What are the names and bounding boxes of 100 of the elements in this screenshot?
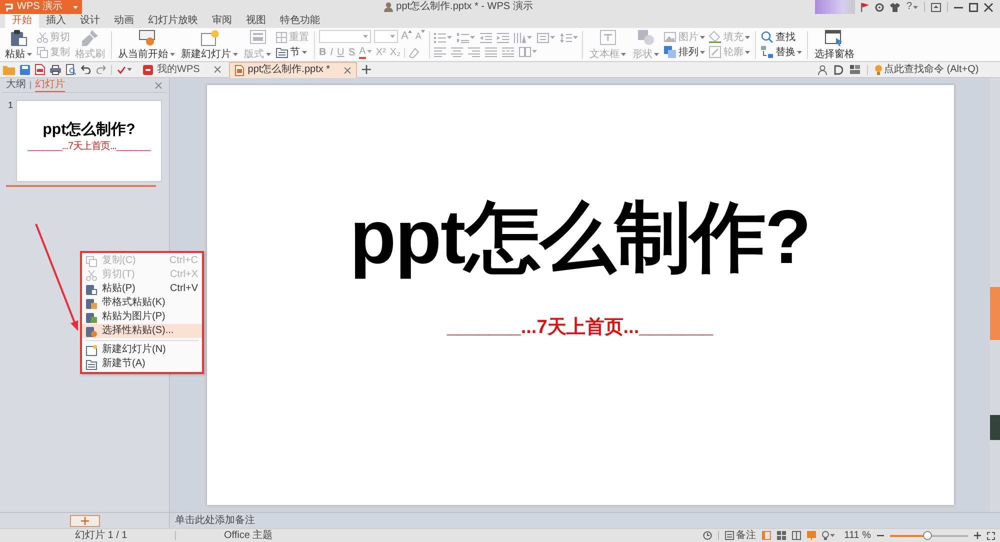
align-right-icon[interactable] bbox=[468, 46, 480, 56]
check-icon[interactable] bbox=[117, 66, 126, 74]
lightbulb-icon[interactable] bbox=[822, 531, 830, 540]
panel-tab[interactable]: 大纲 bbox=[6, 79, 26, 91]
caret-icon bbox=[302, 50, 307, 54]
find-button[interactable]: 查找 bbox=[759, 30, 804, 44]
selection-pane-button[interactable]: 选择窗格 bbox=[811, 30, 858, 60]
slide-thumbnail[interactable]: ppt怎么制作? _______...7天上首页..._______ bbox=[16, 100, 162, 182]
save-icon[interactable] bbox=[20, 64, 30, 74]
slide-sorter-icon[interactable] bbox=[777, 531, 786, 540]
menu-item[interactable]: 粘贴(P) Ctrl+V bbox=[82, 282, 202, 296]
person-icon bbox=[384, 2, 394, 12]
ribbon-tab[interactable]: 动画 bbox=[107, 14, 141, 28]
menu-item[interactable]: 新建幻灯片(N) bbox=[82, 343, 202, 357]
ribbon-tab[interactable]: 插入 bbox=[39, 14, 73, 28]
decrease-indent-icon[interactable] bbox=[480, 32, 492, 42]
caret-icon bbox=[527, 36, 532, 39]
font-name-field[interactable] bbox=[319, 30, 371, 42]
numbered-list-icon[interactable] bbox=[457, 32, 470, 42]
caret-icon bbox=[745, 36, 750, 38]
menu-item[interactable]: 选择性粘贴(S)... bbox=[82, 324, 202, 338]
caret-icon bbox=[550, 36, 556, 39]
font-size-field[interactable] bbox=[374, 30, 398, 42]
plus-icon[interactable] bbox=[362, 65, 372, 74]
caret-icon bbox=[573, 36, 578, 39]
caret-icon bbox=[700, 36, 706, 38]
print-icon[interactable] bbox=[50, 64, 61, 74]
replace-icon bbox=[761, 46, 774, 58]
align-center-icon[interactable] bbox=[451, 46, 464, 56]
ribbon-tab[interactable]: 幻灯片放映 bbox=[141, 14, 205, 28]
minus-icon[interactable] bbox=[877, 532, 884, 539]
document-icon[interactable] bbox=[834, 64, 843, 74]
add-slide-button[interactable] bbox=[70, 514, 100, 526]
text-box-align-icon[interactable] bbox=[537, 32, 550, 42]
person-icon[interactable] bbox=[818, 64, 827, 74]
section-button[interactable]: 节 bbox=[274, 44, 311, 60]
replace-button[interactable]: 替换 bbox=[759, 44, 804, 60]
redo-icon[interactable] bbox=[96, 65, 106, 74]
shirt-icon[interactable] bbox=[890, 2, 900, 12]
reading-view-icon[interactable] bbox=[792, 531, 802, 540]
menu-item[interactable]: 新建节(A) bbox=[82, 357, 202, 371]
close-icon[interactable] bbox=[214, 66, 221, 73]
pdf-icon[interactable] bbox=[35, 64, 45, 75]
ribbon-tab[interactable]: 特色功能 bbox=[273, 14, 327, 28]
app-menu-button[interactable]: WPS 演示 bbox=[0, 0, 82, 14]
new-slide-button[interactable]: 新建幻灯片 bbox=[178, 30, 241, 60]
notes-button[interactable]: 备注 bbox=[725, 528, 756, 542]
increase-indent-icon[interactable] bbox=[497, 32, 510, 42]
caret-icon bbox=[797, 50, 802, 54]
distributed-align-icon[interactable] bbox=[502, 46, 514, 56]
command-search-field[interactable]: 点此查找命令 (Alt+Q) bbox=[884, 62, 996, 76]
document-tab[interactable]: 我的WPS bbox=[138, 62, 226, 78]
folder-icon[interactable] bbox=[3, 64, 15, 74]
close-icon[interactable] bbox=[984, 2, 993, 12]
close-icon[interactable] bbox=[344, 66, 352, 74]
scissors-icon bbox=[86, 270, 97, 280]
ribbon-tab[interactable]: 开始 bbox=[5, 14, 39, 28]
bullet-list-icon[interactable] bbox=[434, 32, 446, 42]
scissors-icon bbox=[37, 32, 48, 42]
lightbulb-icon bbox=[875, 64, 882, 74]
shortcut-text: Ctrl+X bbox=[170, 268, 198, 282]
layout-icon[interactable] bbox=[850, 65, 860, 74]
notes-icon bbox=[725, 531, 734, 540]
paint-bucket-icon bbox=[709, 31, 722, 43]
picture-icon bbox=[664, 32, 676, 42]
help-button[interactable]: ? bbox=[906, 0, 918, 14]
columns-icon[interactable] bbox=[519, 46, 532, 56]
menu-item[interactable]: 带格式粘贴(K) bbox=[82, 296, 202, 310]
justify-icon[interactable] bbox=[485, 46, 498, 56]
menu-item[interactable]: 粘贴为图片(P) bbox=[82, 310, 202, 324]
slide-title: ppt怎么制作? bbox=[350, 199, 810, 277]
align-left-icon[interactable] bbox=[434, 46, 446, 56]
ribbon-tab[interactable]: 视图 bbox=[239, 14, 273, 28]
search-icon bbox=[761, 31, 774, 43]
maximize-icon[interactable] bbox=[969, 2, 978, 12]
line-spacing-icon[interactable] bbox=[560, 32, 572, 42]
normal-view-icon[interactable] bbox=[762, 531, 772, 540]
play-from-current-button[interactable]: 从当前开始 bbox=[115, 30, 178, 60]
flag-icon[interactable] bbox=[861, 2, 870, 12]
slide-number: 1 bbox=[8, 100, 14, 110]
text-direction-icon[interactable] bbox=[514, 32, 526, 42]
plus-icon[interactable] bbox=[974, 532, 981, 539]
ribbon-tab[interactable]: 审阅 bbox=[205, 14, 239, 28]
ring-icon[interactable] bbox=[875, 2, 884, 12]
slider-thumb[interactable] bbox=[923, 530, 932, 540]
clipboard-icon bbox=[86, 284, 97, 294]
window-icon[interactable] bbox=[931, 2, 941, 12]
slideshow-icon[interactable] bbox=[807, 531, 816, 540]
paintbrush-icon bbox=[82, 30, 98, 46]
caret-icon bbox=[700, 50, 706, 54]
arrange-button[interactable]: 排列 bbox=[662, 44, 708, 60]
eraser-icon[interactable] bbox=[409, 48, 420, 58]
clock-icon[interactable] bbox=[703, 531, 712, 540]
print-preview-icon[interactable] bbox=[66, 64, 76, 75]
paste-button[interactable]: 粘贴 bbox=[2, 30, 35, 60]
document-tab[interactable]: ppt怎么制作.pptx * bbox=[228, 62, 358, 78]
caret-down-icon bbox=[421, 30, 426, 33]
undo-icon[interactable] bbox=[81, 65, 91, 74]
ribbon-tab[interactable]: 设计 bbox=[73, 14, 107, 28]
fit-window-icon[interactable] bbox=[987, 532, 995, 540]
